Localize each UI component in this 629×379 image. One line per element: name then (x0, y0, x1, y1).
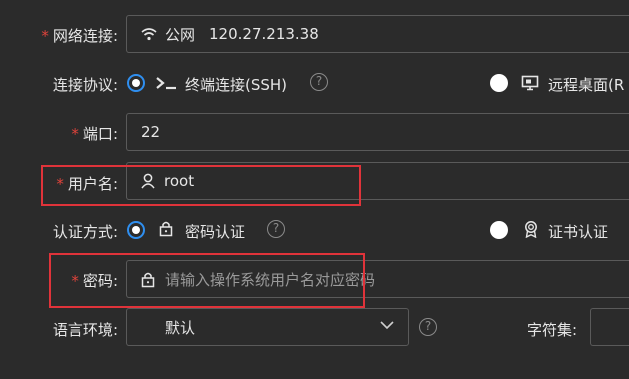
protocol-help-icon[interactable]: ? (310, 73, 328, 91)
port-value: 22 (141, 123, 161, 141)
charset-label: 字符集: (527, 321, 578, 339)
language-value: 默认 (165, 318, 196, 337)
password-highlight-box (49, 253, 365, 308)
network-field[interactable]: 公网 120.27.213.38 (126, 15, 629, 53)
auth-label: 认证方式: (52, 223, 118, 241)
wifi-icon (141, 27, 157, 41)
username-highlight-box (41, 165, 361, 206)
auth-help-icon[interactable]: ? (267, 220, 285, 238)
lock-icon (159, 220, 173, 237)
chevron-down-icon (380, 321, 394, 330)
desktop-icon (521, 75, 539, 91)
language-label: 语言环境: (52, 321, 118, 339)
protocol-ssh-label[interactable]: 终端连接(SSH) (185, 74, 287, 95)
port-input[interactable]: 22 (126, 113, 629, 151)
network-ip: 120.27.213.38 (209, 25, 319, 43)
language-help-icon[interactable]: ? (419, 318, 437, 336)
auth-password-radio[interactable] (127, 221, 145, 239)
required-mark: * (71, 125, 79, 143)
network-type: 公网 (165, 25, 196, 44)
protocol-rdp-radio[interactable] (490, 74, 508, 92)
terminal-icon (155, 76, 177, 90)
protocol-label: 连接协议: (52, 76, 118, 94)
protocol-ssh-radio[interactable] (127, 74, 145, 92)
required-mark: * (41, 27, 49, 45)
auth-cert-radio[interactable] (490, 221, 508, 239)
port-label: * 端口: (71, 125, 118, 143)
charset-select[interactable] (590, 308, 629, 346)
certificate-icon (523, 220, 539, 238)
auth-password-label[interactable]: 密码认证 (185, 221, 245, 242)
auth-cert-label[interactable]: 证书认证 (548, 221, 608, 242)
network-label: * 网络连接: (41, 27, 118, 45)
protocol-rdp-label[interactable]: 远程桌面(R (548, 74, 624, 95)
language-select[interactable]: 默认 (126, 308, 409, 346)
